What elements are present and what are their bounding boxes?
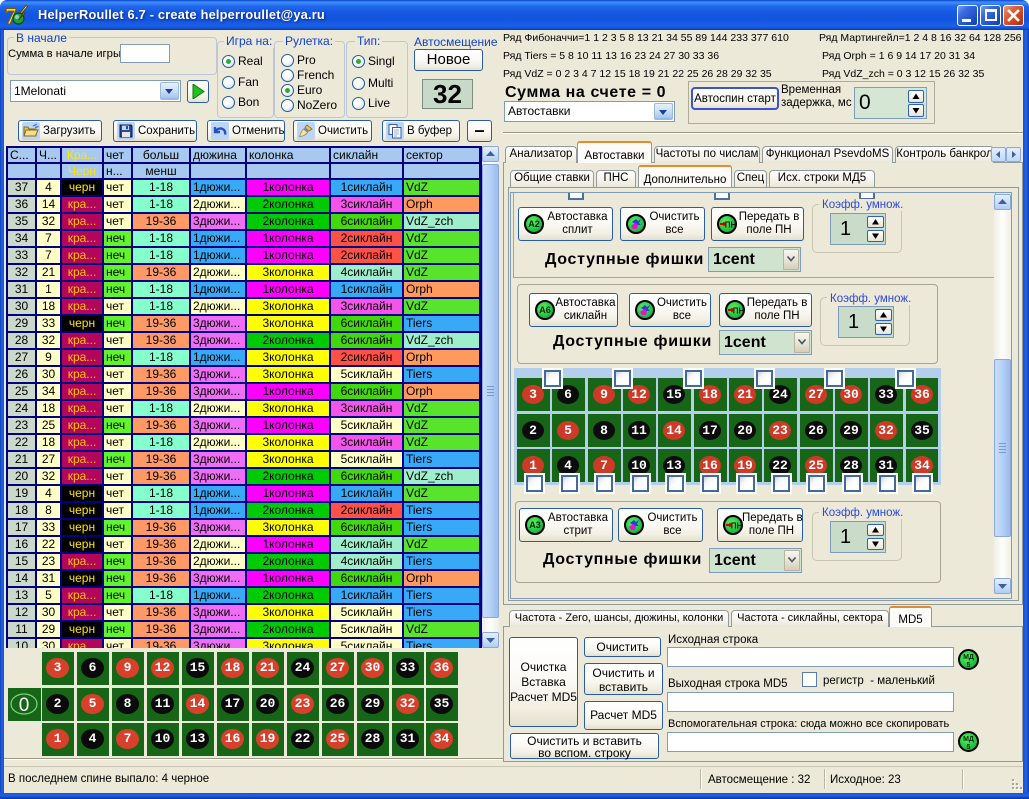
svg-text:ПН: ПН bbox=[725, 221, 737, 230]
svg-text:ПН: ПН bbox=[733, 307, 745, 316]
svg-text:ПН: ПН bbox=[731, 522, 743, 531]
svg-text:0: 0 bbox=[19, 695, 30, 716]
